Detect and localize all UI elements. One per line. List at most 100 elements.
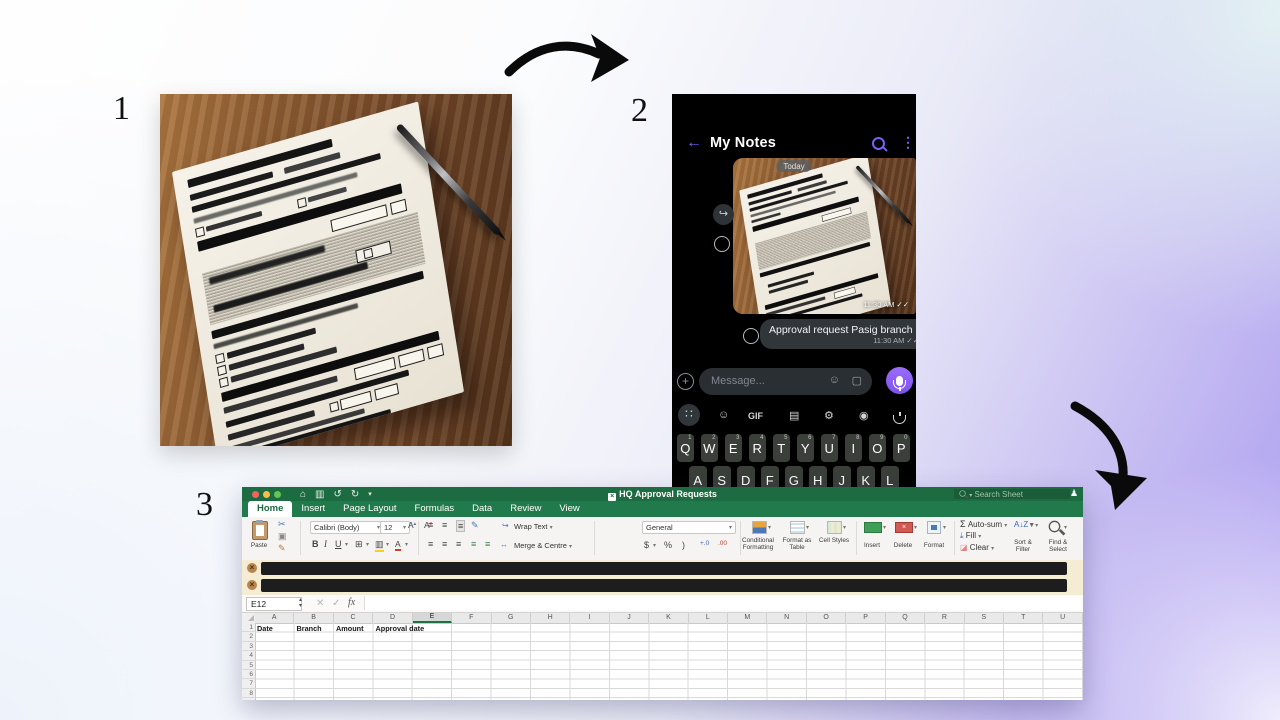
delete-cells-label[interactable]: Delete	[888, 542, 918, 549]
row-header-6[interactable]: 6	[242, 670, 255, 680]
search-icon[interactable]	[872, 137, 885, 150]
increase-decimal-icon[interactable]: +.0	[700, 540, 709, 547]
find-select-icon[interactable]	[1048, 520, 1061, 533]
copy-icon[interactable]: ▣	[278, 531, 287, 542]
comma-style-icon[interactable]: )	[682, 540, 685, 550]
find-select-label[interactable]: Find & Select	[1042, 539, 1074, 554]
settings-gear-icon[interactable]: ⚙	[824, 409, 834, 422]
paste-button[interactable]	[252, 520, 268, 540]
attach-button[interactable]: +	[677, 373, 694, 390]
column-header-p[interactable]: P	[846, 613, 886, 623]
name-box[interactable]: E12	[246, 597, 302, 611]
cancel-entry-icon[interactable]: ✕	[316, 598, 324, 609]
cell-d1-approval-date[interactable]: Approval date	[376, 624, 425, 633]
back-icon[interactable]: ←	[686, 134, 702, 152]
cell-b1-branch[interactable]: Branch	[297, 624, 322, 633]
column-header-k[interactable]: K	[649, 613, 689, 623]
format-as-table-icon[interactable]	[790, 521, 805, 534]
cell-c1-amount[interactable]: Amount	[336, 624, 364, 633]
message-input[interactable]: Message... ☺ ▢	[699, 368, 872, 395]
namebox-stepper[interactable]: ▴ ▾	[299, 597, 302, 609]
wrap-text-icon[interactable]: ↪	[502, 521, 509, 530]
formula-input[interactable]	[364, 596, 1081, 610]
column-header-a[interactable]: A	[255, 613, 295, 623]
keyboard-grid-button[interactable]: ∷	[678, 404, 700, 426]
column-header-g[interactable]: G	[492, 613, 531, 623]
column-header-b[interactable]: B	[294, 613, 334, 623]
align-center-icon[interactable]: ≡	[442, 539, 447, 549]
currency-icon[interactable]: $	[644, 540, 649, 550]
clear-button[interactable]: ◪ Clear ▾	[960, 543, 994, 552]
merge-centre-icon[interactable]: ↔	[500, 540, 508, 549]
sort-filter-label[interactable]: Sort & Filter	[1007, 539, 1039, 554]
fx-icon[interactable]: fx	[348, 597, 355, 608]
row-header-8[interactable]: 8	[242, 689, 255, 699]
select-message-circle[interactable]	[714, 236, 730, 252]
cell-a1-date[interactable]: Date	[257, 624, 273, 633]
key-q[interactable]: Q1	[676, 434, 694, 462]
kebab-menu-icon[interactable]: ⋮	[901, 134, 915, 151]
account-person-icon[interactable]: ♟	[1070, 488, 1078, 499]
conditional-formatting-label[interactable]: Conditional Formatting	[738, 537, 778, 552]
photo-message[interactable]: 11:30 AM ✓✓	[733, 158, 916, 314]
sort-filter-icon[interactable]: A↓Z▼▾	[1014, 520, 1038, 529]
column-header-s[interactable]: S	[965, 613, 1005, 623]
increase-indent-icon[interactable]: ≡	[485, 539, 490, 549]
column-header-d[interactable]: D	[373, 613, 413, 623]
column-header-q[interactable]: Q	[886, 613, 926, 623]
key-i[interactable]: I8	[844, 434, 862, 462]
autosum-button[interactable]: Σ Auto-sum ▾	[960, 519, 1007, 529]
italic-button[interactable]: I	[324, 539, 327, 549]
column-header-t[interactable]: T	[1004, 613, 1044, 623]
decrease-indent-icon[interactable]: ≡	[471, 539, 476, 549]
column-header-n[interactable]: N	[767, 613, 807, 623]
font-name-select[interactable]: Calibri (Body) ▾	[310, 521, 384, 534]
column-header-e-selected[interactable]: E	[412, 613, 453, 623]
clipboard-icon[interactable]: ▤	[789, 409, 799, 422]
tab-data[interactable]: Data	[463, 501, 501, 517]
percent-icon[interactable]: %	[664, 540, 672, 550]
palette-icon[interactable]: ◉	[859, 409, 869, 422]
text-message[interactable]: Approval request Pasig branch 11:30 AM ✓…	[760, 319, 916, 349]
insert-cells-icon[interactable]	[864, 522, 882, 533]
sticker-panel-icon[interactable]: ☺	[718, 409, 729, 421]
forward-button[interactable]: ↪	[713, 204, 734, 225]
column-header-u[interactable]: U	[1043, 613, 1083, 623]
select-all-corner[interactable]: 1 2 3 4 5 6 7 8	[242, 613, 256, 700]
merge-centre-label[interactable]: Merge & Centre ▾	[514, 541, 572, 550]
conditional-formatting-icon[interactable]	[752, 521, 767, 534]
align-left-icon[interactable]: ≡	[428, 539, 433, 549]
sheet-grid[interactable]: Date Branch Amount Approval date	[255, 623, 1083, 700]
orientation-icon[interactable]: ✎	[471, 520, 479, 531]
cell-styles-label[interactable]: Cell Styles	[814, 537, 854, 544]
key-e[interactable]: E3	[724, 434, 742, 462]
row-header-1[interactable]: 1	[242, 623, 255, 633]
number-format-select[interactable]: General ▾	[642, 521, 736, 534]
tab-home[interactable]: Home	[248, 501, 293, 517]
key-p[interactable]: P0	[892, 434, 910, 462]
key-u[interactable]: U7	[820, 434, 838, 462]
column-header-m[interactable]: M	[728, 613, 768, 623]
tab-formulas[interactable]: Formulas	[406, 501, 464, 517]
decrease-decimal-icon[interactable]: .00	[718, 540, 727, 547]
delete-cells-icon[interactable]: ×	[895, 522, 913, 533]
banner-close-icon[interactable]: ×	[247, 580, 257, 590]
fill-button[interactable]: ⤓ Fill ▾	[960, 531, 981, 541]
column-header-i[interactable]: I	[570, 613, 610, 623]
row-header-5[interactable]: 5	[242, 661, 255, 670]
font-color-icon[interactable]: A	[395, 539, 401, 551]
voice-message-button[interactable]	[886, 367, 913, 394]
tab-insert[interactable]: Insert	[292, 501, 334, 517]
tab-page-layout[interactable]: Page Layout	[334, 501, 405, 517]
row-header-2[interactable]: 2	[242, 632, 255, 642]
format-as-table-label[interactable]: Format as Table	[777, 537, 817, 552]
column-header-c[interactable]: C	[334, 613, 374, 623]
align-middle-icon[interactable]: ≡	[442, 520, 447, 530]
increase-font-icon[interactable]: A▴	[408, 520, 416, 530]
column-header-l[interactable]: L	[689, 613, 729, 623]
emoji-icon[interactable]: ☺	[829, 374, 840, 386]
column-header-r[interactable]: R	[925, 613, 965, 623]
font-size-select[interactable]: 12 ▾	[380, 521, 410, 534]
underline-button[interactable]: U	[335, 539, 342, 549]
cell-styles-icon[interactable]	[827, 521, 842, 534]
